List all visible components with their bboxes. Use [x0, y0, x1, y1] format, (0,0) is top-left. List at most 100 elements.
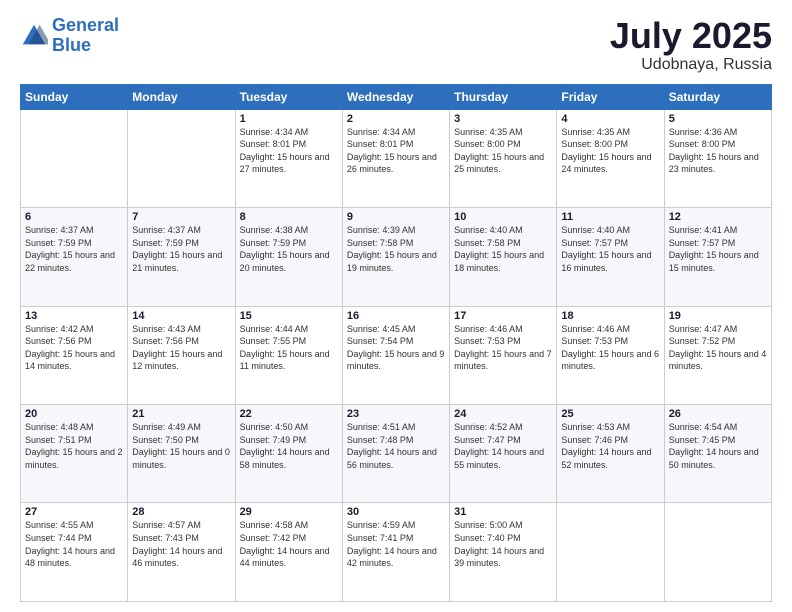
- day-info: Sunrise: 4:39 AM Sunset: 7:58 PM Dayligh…: [347, 224, 445, 274]
- day-cell: 21Sunrise: 4:49 AM Sunset: 7:50 PM Dayli…: [128, 405, 235, 503]
- day-cell: [128, 109, 235, 207]
- day-info: Sunrise: 4:37 AM Sunset: 7:59 PM Dayligh…: [132, 224, 230, 274]
- main-title: July 2025: [610, 16, 772, 56]
- header: General Blue July 2025 Udobnaya, Russia: [20, 16, 772, 74]
- day-info: Sunrise: 4:36 AM Sunset: 8:00 PM Dayligh…: [669, 126, 767, 176]
- day-cell: 6Sunrise: 4:37 AM Sunset: 7:59 PM Daylig…: [21, 208, 128, 306]
- day-number: 13: [25, 310, 123, 322]
- week-row-2: 13Sunrise: 4:42 AM Sunset: 7:56 PM Dayli…: [21, 306, 772, 404]
- day-info: Sunrise: 4:47 AM Sunset: 7:52 PM Dayligh…: [669, 323, 767, 373]
- day-number: 20: [25, 408, 123, 420]
- day-cell: 18Sunrise: 4:46 AM Sunset: 7:53 PM Dayli…: [557, 306, 664, 404]
- day-info: Sunrise: 4:34 AM Sunset: 8:01 PM Dayligh…: [240, 126, 338, 176]
- day-cell: 26Sunrise: 4:54 AM Sunset: 7:45 PM Dayli…: [664, 405, 771, 503]
- day-number: 9: [347, 211, 445, 223]
- day-cell: 19Sunrise: 4:47 AM Sunset: 7:52 PM Dayli…: [664, 306, 771, 404]
- day-cell: 7Sunrise: 4:37 AM Sunset: 7:59 PM Daylig…: [128, 208, 235, 306]
- day-info: Sunrise: 4:54 AM Sunset: 7:45 PM Dayligh…: [669, 421, 767, 471]
- logo-text: General Blue: [52, 16, 119, 56]
- day-number: 3: [454, 113, 552, 125]
- day-cell: 25Sunrise: 4:53 AM Sunset: 7:46 PM Dayli…: [557, 405, 664, 503]
- day-cell: 14Sunrise: 4:43 AM Sunset: 7:56 PM Dayli…: [128, 306, 235, 404]
- day-info: Sunrise: 4:45 AM Sunset: 7:54 PM Dayligh…: [347, 323, 445, 373]
- day-number: 2: [347, 113, 445, 125]
- day-info: Sunrise: 4:43 AM Sunset: 7:56 PM Dayligh…: [132, 323, 230, 373]
- day-cell: 2Sunrise: 4:34 AM Sunset: 8:01 PM Daylig…: [342, 109, 449, 207]
- day-number: 30: [347, 506, 445, 518]
- day-cell: 1Sunrise: 4:34 AM Sunset: 8:01 PM Daylig…: [235, 109, 342, 207]
- day-info: Sunrise: 4:34 AM Sunset: 8:01 PM Dayligh…: [347, 126, 445, 176]
- title-block: July 2025 Udobnaya, Russia: [610, 16, 772, 74]
- day-cell: 12Sunrise: 4:41 AM Sunset: 7:57 PM Dayli…: [664, 208, 771, 306]
- day-number: 10: [454, 211, 552, 223]
- header-day-sunday: Sunday: [21, 84, 128, 109]
- day-cell: 16Sunrise: 4:45 AM Sunset: 7:54 PM Dayli…: [342, 306, 449, 404]
- day-cell: 24Sunrise: 4:52 AM Sunset: 7:47 PM Dayli…: [450, 405, 557, 503]
- day-number: 12: [669, 211, 767, 223]
- day-number: 23: [347, 408, 445, 420]
- day-info: Sunrise: 4:55 AM Sunset: 7:44 PM Dayligh…: [25, 519, 123, 569]
- day-number: 8: [240, 211, 338, 223]
- day-info: Sunrise: 4:57 AM Sunset: 7:43 PM Dayligh…: [132, 519, 230, 569]
- day-number: 11: [561, 211, 659, 223]
- header-day-tuesday: Tuesday: [235, 84, 342, 109]
- day-info: Sunrise: 4:51 AM Sunset: 7:48 PM Dayligh…: [347, 421, 445, 471]
- week-row-3: 20Sunrise: 4:48 AM Sunset: 7:51 PM Dayli…: [21, 405, 772, 503]
- header-day-thursday: Thursday: [450, 84, 557, 109]
- calendar-table: SundayMondayTuesdayWednesdayThursdayFrid…: [20, 84, 772, 602]
- logo-icon: [20, 22, 48, 50]
- day-info: Sunrise: 4:46 AM Sunset: 7:53 PM Dayligh…: [454, 323, 552, 373]
- day-number: 22: [240, 408, 338, 420]
- day-number: 21: [132, 408, 230, 420]
- day-number: 15: [240, 310, 338, 322]
- day-info: Sunrise: 4:35 AM Sunset: 8:00 PM Dayligh…: [454, 126, 552, 176]
- day-info: Sunrise: 4:37 AM Sunset: 7:59 PM Dayligh…: [25, 224, 123, 274]
- day-number: 28: [132, 506, 230, 518]
- day-info: Sunrise: 4:38 AM Sunset: 7:59 PM Dayligh…: [240, 224, 338, 274]
- day-cell: 15Sunrise: 4:44 AM Sunset: 7:55 PM Dayli…: [235, 306, 342, 404]
- day-info: Sunrise: 4:40 AM Sunset: 7:57 PM Dayligh…: [561, 224, 659, 274]
- day-cell: 3Sunrise: 4:35 AM Sunset: 8:00 PM Daylig…: [450, 109, 557, 207]
- day-number: 31: [454, 506, 552, 518]
- day-cell: 11Sunrise: 4:40 AM Sunset: 7:57 PM Dayli…: [557, 208, 664, 306]
- day-number: 4: [561, 113, 659, 125]
- day-info: Sunrise: 4:52 AM Sunset: 7:47 PM Dayligh…: [454, 421, 552, 471]
- logo-line2: Blue: [52, 35, 91, 55]
- header-day-friday: Friday: [557, 84, 664, 109]
- day-info: Sunrise: 4:49 AM Sunset: 7:50 PM Dayligh…: [132, 421, 230, 471]
- day-number: 26: [669, 408, 767, 420]
- day-number: 1: [240, 113, 338, 125]
- calendar-header-row: SundayMondayTuesdayWednesdayThursdayFrid…: [21, 84, 772, 109]
- day-cell: 13Sunrise: 4:42 AM Sunset: 7:56 PM Dayli…: [21, 306, 128, 404]
- day-info: Sunrise: 4:44 AM Sunset: 7:55 PM Dayligh…: [240, 323, 338, 373]
- day-number: 25: [561, 408, 659, 420]
- day-cell: [21, 109, 128, 207]
- header-day-wednesday: Wednesday: [342, 84, 449, 109]
- day-info: Sunrise: 4:41 AM Sunset: 7:57 PM Dayligh…: [669, 224, 767, 274]
- day-cell: 9Sunrise: 4:39 AM Sunset: 7:58 PM Daylig…: [342, 208, 449, 306]
- day-number: 27: [25, 506, 123, 518]
- day-info: Sunrise: 4:50 AM Sunset: 7:49 PM Dayligh…: [240, 421, 338, 471]
- day-number: 16: [347, 310, 445, 322]
- day-number: 29: [240, 506, 338, 518]
- day-number: 24: [454, 408, 552, 420]
- day-number: 18: [561, 310, 659, 322]
- day-cell: 23Sunrise: 4:51 AM Sunset: 7:48 PM Dayli…: [342, 405, 449, 503]
- day-cell: 27Sunrise: 4:55 AM Sunset: 7:44 PM Dayli…: [21, 503, 128, 602]
- day-cell: [664, 503, 771, 602]
- page: General Blue July 2025 Udobnaya, Russia …: [0, 0, 792, 612]
- day-number: 7: [132, 211, 230, 223]
- day-number: 17: [454, 310, 552, 322]
- day-cell: 30Sunrise: 4:59 AM Sunset: 7:41 PM Dayli…: [342, 503, 449, 602]
- logo: General Blue: [20, 16, 119, 56]
- day-number: 5: [669, 113, 767, 125]
- day-info: Sunrise: 4:53 AM Sunset: 7:46 PM Dayligh…: [561, 421, 659, 471]
- day-info: Sunrise: 4:58 AM Sunset: 7:42 PM Dayligh…: [240, 519, 338, 569]
- day-cell: 4Sunrise: 4:35 AM Sunset: 8:00 PM Daylig…: [557, 109, 664, 207]
- day-number: 14: [132, 310, 230, 322]
- week-row-1: 6Sunrise: 4:37 AM Sunset: 7:59 PM Daylig…: [21, 208, 772, 306]
- day-cell: 8Sunrise: 4:38 AM Sunset: 7:59 PM Daylig…: [235, 208, 342, 306]
- day-info: Sunrise: 4:40 AM Sunset: 7:58 PM Dayligh…: [454, 224, 552, 274]
- week-row-0: 1Sunrise: 4:34 AM Sunset: 8:01 PM Daylig…: [21, 109, 772, 207]
- day-cell: [557, 503, 664, 602]
